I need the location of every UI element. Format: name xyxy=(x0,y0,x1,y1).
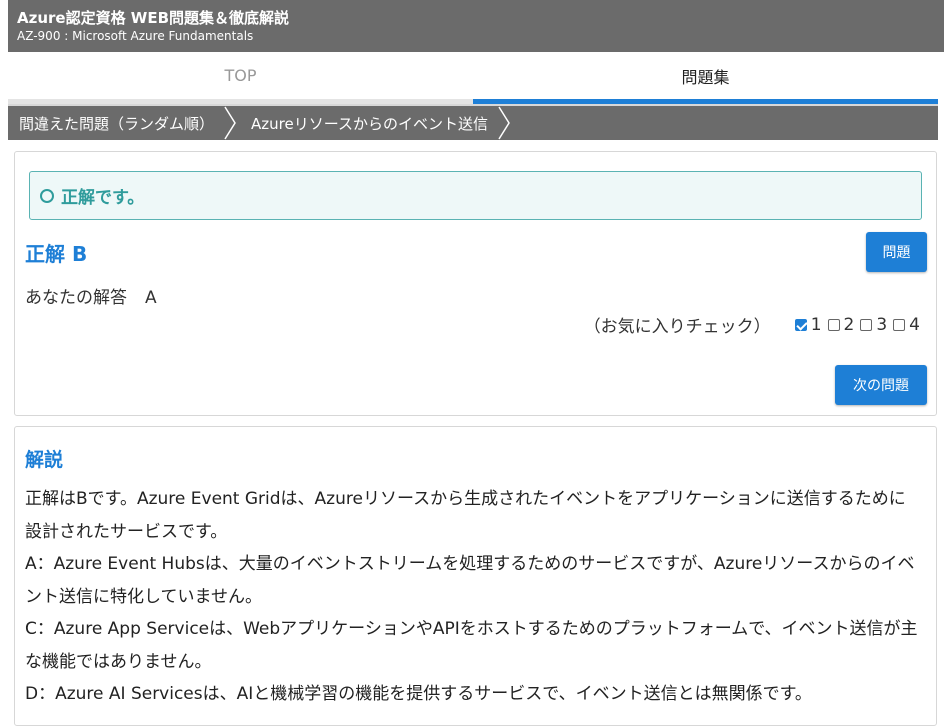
checkbox-label: 2 xyxy=(843,314,855,335)
checkbox-icon[interactable] xyxy=(860,318,873,331)
your-answer-label: あなたの解答 xyxy=(25,288,127,308)
breadcrumb-label: Azureリソースからのイベント送信 xyxy=(251,114,488,133)
favorite-checkbox-2[interactable]: 2 xyxy=(827,314,855,335)
circle-icon xyxy=(40,188,54,203)
favorite-check-row: （お気に入りチェック） 1 2 3 4 xyxy=(583,312,920,338)
result-card: 正解です。 正解 B 問題 あなたの解答 A （お気に入りチェック） 1 2 3 … xyxy=(14,151,937,416)
explanation-paragraph: C：Azure App Serviceは、WebアプリケーションやAPIをホスト… xyxy=(25,619,918,672)
breadcrumb-item-current-question[interactable]: Azureリソースからのイベント送信 xyxy=(240,106,488,140)
breadcrumb-label: 間違えた問題（ランダム順） xyxy=(19,114,215,133)
tab-top[interactable]: TOP xyxy=(8,52,473,104)
chevron-right-icon xyxy=(494,106,514,140)
breadcrumb: 間違えた問題（ランダム順） Azureリソースからのイベント送信 xyxy=(8,104,938,140)
favorite-checkbox-1[interactable]: 1 xyxy=(794,314,822,335)
explanation-card: 解説 正解はBです。Azure Event Gridは、Azureリソースから生… xyxy=(14,426,937,726)
explanation-body: 正解はBです。Azure Event Gridは、Azureリソースから生成され… xyxy=(25,483,920,711)
site-header: Azure認定資格 WEB問題集＆徹底解説 AZ-900 : Microsoft… xyxy=(8,0,944,52)
explanation-paragraph: A：Azure Event Hubsは、大量のイベントストリームを処理するための… xyxy=(25,554,915,607)
checkbox-label: 1 xyxy=(810,314,822,335)
checkbox-checked-icon[interactable] xyxy=(794,318,807,331)
checkbox-label: 3 xyxy=(876,314,888,335)
favorite-label: （お気に入りチェック） xyxy=(583,317,771,337)
main-tabs: TOP 問題集 xyxy=(8,52,938,104)
tab-questions[interactable]: 問題集 xyxy=(473,52,938,104)
correct-answer-heading: 正解 B xyxy=(25,242,88,266)
explanation-paragraph: 正解はBです。Azure Event Gridは、Azureリソースから生成され… xyxy=(25,489,906,542)
site-title: Azure認定資格 WEB問題集＆徹底解説 xyxy=(17,9,290,27)
correct-alert: 正解です。 xyxy=(29,171,922,220)
favorite-checkbox-3[interactable]: 3 xyxy=(860,315,887,335)
explanation-title: 解説 xyxy=(25,449,64,471)
result-message: 正解です。 xyxy=(61,188,145,208)
your-answer: あなたの解答 A xyxy=(25,283,157,308)
checkbox-label: 4 xyxy=(909,314,920,335)
checkbox-icon[interactable] xyxy=(827,318,840,331)
breadcrumb-item-wrong-questions[interactable]: 間違えた問題（ランダム順） xyxy=(8,106,214,140)
favorite-checkbox-4[interactable]: 4 xyxy=(893,315,920,335)
your-answer-value: A xyxy=(145,288,157,308)
question-button[interactable]: 問題 xyxy=(866,232,927,272)
chevron-right-icon xyxy=(220,106,240,140)
checkbox-icon[interactable] xyxy=(893,318,906,331)
site-subtitle: AZ-900 : Microsoft Azure Fundamentals xyxy=(17,29,254,43)
explanation-paragraph: D：Azure AI Servicesは、AIと機械学習の機能を提供するサービス… xyxy=(25,684,812,704)
next-question-button[interactable]: 次の問題 xyxy=(835,365,927,405)
